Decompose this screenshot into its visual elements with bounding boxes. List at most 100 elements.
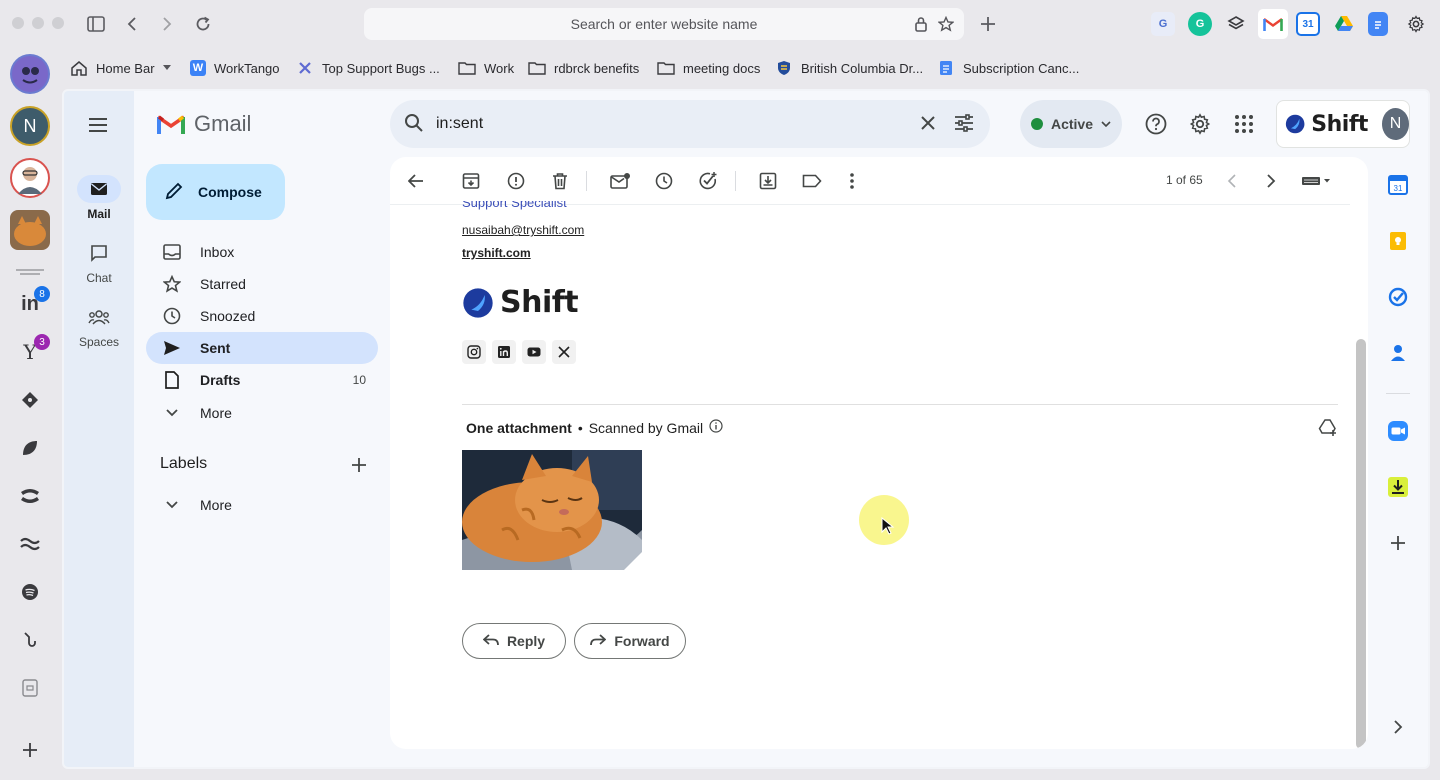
nav-sent[interactable]: Sent xyxy=(146,332,378,364)
download-addon-icon[interactable] xyxy=(1386,475,1410,499)
youtube-icon[interactable] xyxy=(522,340,546,364)
search-input[interactable]: in:sent xyxy=(436,115,920,133)
contacts-icon[interactable] xyxy=(1386,341,1410,365)
bookmark-meeting-docs[interactable]: meeting docs xyxy=(657,58,760,78)
drive-extension-icon[interactable] xyxy=(1332,12,1356,36)
search-bar[interactable]: in:sent xyxy=(390,100,990,148)
label-icon[interactable] xyxy=(800,169,824,193)
zoom-window-button[interactable] xyxy=(52,17,64,29)
hook-app-icon[interactable] xyxy=(18,628,42,652)
mark-unread-icon[interactable] xyxy=(608,169,632,193)
add-to-drive-icon[interactable] xyxy=(1317,417,1339,439)
main-menu-icon[interactable] xyxy=(86,113,110,137)
nav-more[interactable]: More xyxy=(146,397,378,429)
browser-settings-icon[interactable] xyxy=(1404,12,1428,36)
address-bar[interactable]: Search or enter website name xyxy=(364,8,964,40)
nav-snoozed[interactable]: Snoozed xyxy=(146,300,378,332)
gmail-logo[interactable]: Gmail xyxy=(156,111,251,137)
calendar-icon[interactable]: 31 xyxy=(1386,173,1410,197)
add-task-icon[interactable] xyxy=(696,169,720,193)
chevron-down-icon xyxy=(162,495,182,515)
input-tools-icon[interactable] xyxy=(1296,169,1336,193)
spotify-icon[interactable] xyxy=(18,580,42,604)
waves-app-icon[interactable] xyxy=(18,532,42,556)
sidebar-toggle-icon[interactable] xyxy=(84,12,108,36)
info-icon[interactable] xyxy=(709,419,723,436)
bookmark-work[interactable]: Work xyxy=(458,58,514,78)
bookmark-worktango[interactable]: W WorkTango xyxy=(190,58,280,78)
clear-search-icon[interactable] xyxy=(920,115,936,134)
x-social-icon[interactable] xyxy=(552,340,576,364)
profile-avatar[interactable]: N xyxy=(10,106,50,146)
newer-icon[interactable] xyxy=(1220,169,1244,193)
bookmark-home-bar[interactable]: Home Bar xyxy=(70,58,171,78)
account-switcher[interactable]: Shift N xyxy=(1276,100,1410,148)
docs-extension-icon[interactable] xyxy=(1368,12,1388,36)
expand-panel-icon[interactable] xyxy=(1386,715,1410,739)
calendar-extension-icon[interactable]: 31 xyxy=(1296,12,1320,36)
close-window-button[interactable] xyxy=(12,17,24,29)
yahoo-icon[interactable]: Y 3 xyxy=(18,334,50,364)
reload-icon[interactable] xyxy=(191,12,215,36)
workspace-avatar[interactable] xyxy=(10,54,50,94)
apps-grid-icon[interactable] xyxy=(1232,112,1256,136)
back-to-list-icon[interactable] xyxy=(404,169,428,193)
diamond-app-icon[interactable] xyxy=(18,388,42,412)
bookmark-british-columbia[interactable]: British Columbia Dr... xyxy=(775,58,923,78)
nav-inbox[interactable]: Inbox xyxy=(146,236,378,268)
archive-icon[interactable] xyxy=(459,169,483,193)
linkedin-icon[interactable]: in 8 xyxy=(18,286,50,316)
gmail-tab-icon[interactable] xyxy=(1258,9,1288,39)
leaf-app-icon[interactable] xyxy=(18,436,42,460)
translate-extension-icon[interactable]: G xyxy=(1151,12,1175,36)
new-tab-icon[interactable] xyxy=(976,12,1000,36)
zoom-icon[interactable] xyxy=(1386,419,1410,443)
more-options-icon[interactable] xyxy=(840,169,864,193)
person-avatar[interactable] xyxy=(10,158,50,198)
search-options-icon[interactable] xyxy=(954,113,974,135)
bookmark-star-icon[interactable] xyxy=(937,15,955,35)
older-icon[interactable] xyxy=(1259,169,1283,193)
instagram-icon[interactable] xyxy=(462,340,486,364)
forward-button[interactable]: Forward xyxy=(574,623,686,659)
nav-starred[interactable]: Starred xyxy=(146,268,378,300)
move-to-icon[interactable] xyxy=(756,169,780,193)
rail-mail[interactable]: Mail xyxy=(70,175,128,221)
back-icon[interactable] xyxy=(120,12,144,36)
message-scrollbar[interactable] xyxy=(1356,339,1366,749)
cat-photo-avatar[interactable] xyxy=(10,210,50,250)
compose-button[interactable]: Compose xyxy=(146,164,285,220)
grammarly-extension-icon[interactable]: G xyxy=(1188,12,1212,36)
forward-icon[interactable] xyxy=(155,12,179,36)
linkedin-social-icon[interactable] xyxy=(492,340,516,364)
signature-logo[interactable]: Shift xyxy=(462,285,579,320)
delete-icon[interactable] xyxy=(548,169,572,193)
notes-app-icon[interactable] xyxy=(18,676,42,700)
bookmark-subscription[interactable]: Subscription Canc... xyxy=(937,58,1079,78)
signature-email-link[interactable]: nusaibah@tryshift.com xyxy=(462,223,584,237)
add-label-icon[interactable] xyxy=(349,455,369,475)
get-addons-icon[interactable] xyxy=(1386,531,1410,555)
help-icon[interactable] xyxy=(1144,112,1168,136)
labels-more[interactable]: More xyxy=(146,489,378,521)
search-icon[interactable] xyxy=(404,113,424,136)
nav-drafts[interactable]: Drafts 10 xyxy=(146,364,378,396)
keep-icon[interactable] xyxy=(1386,229,1410,253)
bookmark-rdbrck-benefits[interactable]: rdbrck benefits xyxy=(528,58,639,78)
minimize-window-button[interactable] xyxy=(32,17,44,29)
settings-gear-icon[interactable] xyxy=(1188,112,1212,136)
confluence-icon[interactable] xyxy=(18,484,42,508)
reply-button[interactable]: Reply xyxy=(462,623,566,659)
rail-chat[interactable]: Chat xyxy=(70,239,128,285)
layers-extension-icon[interactable] xyxy=(1224,12,1248,36)
rail-spaces[interactable]: Spaces xyxy=(70,303,128,349)
status-selector[interactable]: Active xyxy=(1020,100,1122,148)
report-spam-icon[interactable] xyxy=(504,169,528,193)
tasks-icon[interactable] xyxy=(1386,285,1410,309)
add-app-icon[interactable] xyxy=(18,738,42,762)
snooze-icon[interactable] xyxy=(652,169,676,193)
attachment-thumbnail[interactable] xyxy=(462,450,642,570)
bookmark-label: Top Support Bugs ... xyxy=(322,60,440,76)
bookmark-top-support-bugs[interactable]: Top Support Bugs ... xyxy=(296,58,440,78)
signature-site-link[interactable]: tryshift.com xyxy=(462,246,531,260)
